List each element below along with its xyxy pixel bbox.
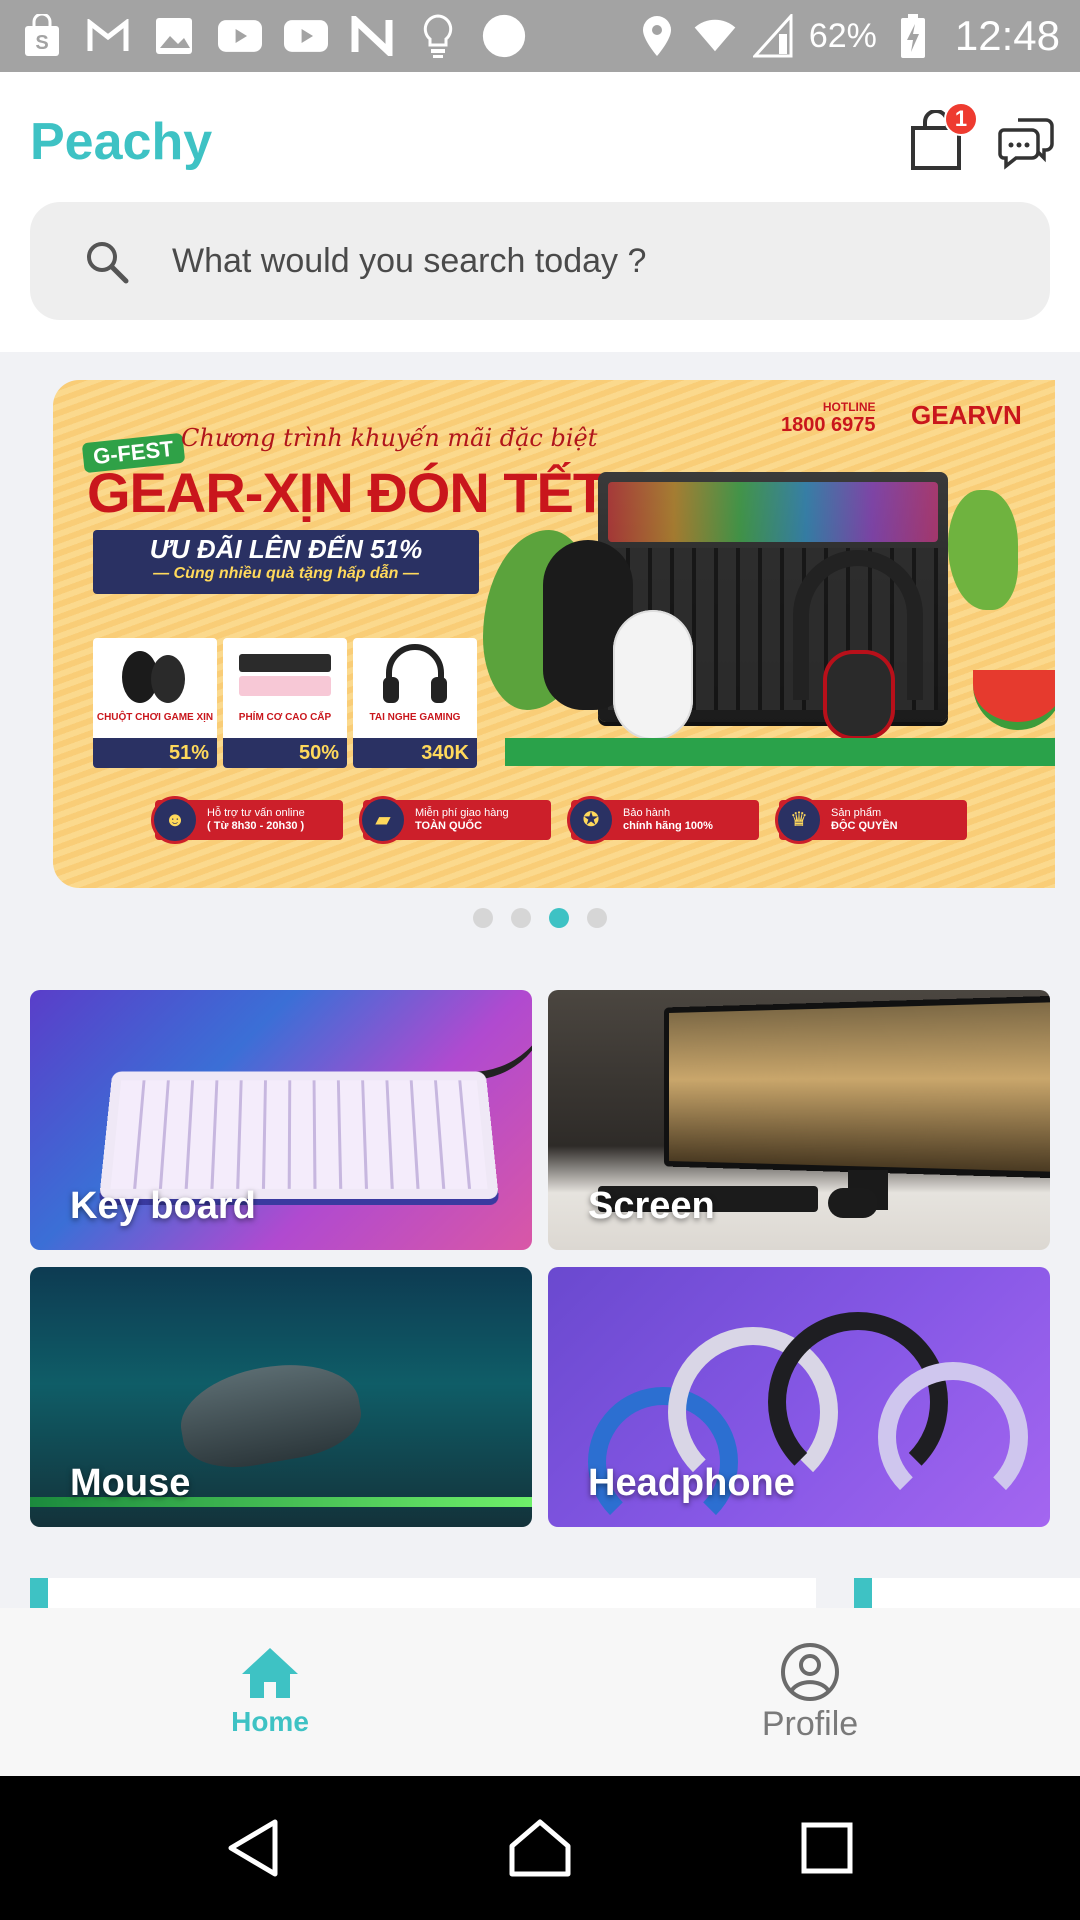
shopping-bag-icon: S [20, 14, 64, 58]
nav-profile[interactable]: Profile [540, 1608, 1080, 1776]
location-icon [635, 14, 679, 58]
banner-cards: CHUỘT CHƠI GAME XỊN 51% PHÍM CƠ CAO CẤP … [93, 638, 477, 768]
crown-icon: ♛ [775, 796, 823, 844]
chat-button[interactable] [998, 114, 1054, 170]
app-header: Peachy 1 [0, 72, 1080, 352]
circle-icon [482, 14, 526, 58]
banner-promo-main: ƯU ĐÃI LÊN ĐẾN 51% [149, 534, 423, 564]
support-icon: ☻ [151, 796, 199, 844]
nav-home[interactable]: Home [0, 1608, 540, 1776]
feature-shipping: ▰ Miễn phí giao hàng TOÀN QUỐC [359, 796, 551, 844]
nav-profile-label: Profile [761, 1704, 859, 1743]
category-label: Headphone [588, 1462, 795, 1504]
monitor-image [663, 995, 1050, 1179]
banner-card-headset: TAI NGHE GAMING 340K [353, 638, 477, 768]
search-bar[interactable] [30, 202, 1050, 320]
truck-icon: ▰ [359, 796, 407, 844]
headphone-image [878, 1362, 1028, 1512]
search-input[interactable] [172, 241, 992, 281]
category-screen[interactable]: Screen [548, 990, 1050, 1250]
carousel-indicators [0, 908, 1080, 928]
category-label: Mouse [70, 1462, 191, 1504]
keyboard-image [99, 1071, 499, 1199]
recents-icon [801, 1822, 853, 1874]
status-bar: S 62% 12:48 [0, 0, 1080, 72]
gmail-icon [86, 14, 130, 58]
wifi-icon [693, 14, 737, 58]
feature-exclusive: ♛ Sản phẩm ĐỘC QUYỀN [775, 796, 967, 844]
youtube-icon [284, 14, 328, 58]
display-platform [505, 738, 1055, 766]
mouse-icon [122, 651, 185, 703]
signal-icon [751, 14, 795, 58]
carousel-dot[interactable] [511, 908, 531, 928]
clock: 12:48 [954, 12, 1060, 59]
leaf-decoration [948, 490, 1018, 610]
bottom-nav: Home Profile [0, 1608, 1080, 1776]
gearvn-logo: GEARVN [911, 400, 1022, 430]
category-label: Key board [70, 1185, 256, 1227]
back-button[interactable] [213, 1808, 293, 1888]
lightbulb-icon [416, 14, 460, 58]
home-button[interactable] [500, 1808, 580, 1888]
nav-home-label: Home [231, 1706, 309, 1737]
image-icon [152, 14, 196, 58]
banner-promo-sub: — Cùng nhiều quà tặng hấp dẫn — [153, 565, 419, 582]
n-app-icon [350, 14, 394, 58]
banner-hotline: HOTLINE 1800 6975 [781, 400, 876, 436]
banner-subtitle: Chương trình khuyến mãi đặc biệt [181, 424, 598, 452]
carousel-dot-active[interactable] [549, 908, 569, 928]
search-icon [87, 242, 129, 284]
category-headphone[interactable]: Headphone [548, 1267, 1050, 1527]
medal-icon: ✪ [567, 796, 615, 844]
system-nav-bar [0, 1776, 1080, 1920]
banner-features: ☻ Hỗ trợ tư vấn online ( Từ 8h30 - 20h30… [151, 796, 967, 844]
brand-logo: Peachy [30, 113, 213, 171]
profile-icon [781, 1642, 839, 1701]
feature-warranty: ✪ Bảo hành chính hãng 100% [567, 796, 759, 844]
product-card[interactable] [854, 1578, 1080, 1608]
recents-button[interactable] [787, 1808, 867, 1888]
product-card[interactable] [30, 1578, 816, 1608]
banner-card-keyboard: PHÍM CƠ CAO CẤP 50% [223, 638, 347, 768]
home-icon [242, 1648, 298, 1698]
headset-earcup [823, 650, 895, 740]
keyboard-icon [239, 654, 331, 696]
category-label: Screen [588, 1185, 715, 1227]
watermelon-decoration [973, 670, 1055, 730]
banner-card-mouse: CHUỘT CHƠI GAME XỊN 51% [93, 638, 217, 768]
banner-promo: ƯU ĐÃI LÊN ĐẾN 51% — Cùng nhiều quà tặng… [93, 530, 479, 594]
home-outline-icon [509, 1819, 571, 1877]
promo-banner[interactable]: G-FEST Chương trình khuyến mãi đặc biệt … [53, 380, 1055, 888]
carousel-dot[interactable] [587, 908, 607, 928]
svg-text:S: S [35, 32, 48, 54]
battery-icon [891, 14, 935, 58]
banner-title: GEAR-XỊN ĐÓN TẾT [87, 461, 607, 524]
back-icon [228, 1819, 278, 1877]
chat-icon [998, 118, 1054, 170]
battery-percent: 62% [808, 16, 877, 55]
mouse-image [613, 610, 693, 740]
category-keyboard[interactable]: Key board [30, 990, 532, 1250]
cart-badge: 1 [944, 102, 978, 136]
mouse-image [173, 1352, 367, 1477]
feature-support: ☻ Hỗ trợ tư vấn online ( Từ 8h30 - 20h30… [151, 796, 343, 844]
headset-icon [383, 644, 447, 703]
carousel-dot[interactable] [473, 908, 493, 928]
youtube-icon [218, 14, 262, 58]
category-mouse[interactable]: Mouse [30, 1267, 532, 1527]
